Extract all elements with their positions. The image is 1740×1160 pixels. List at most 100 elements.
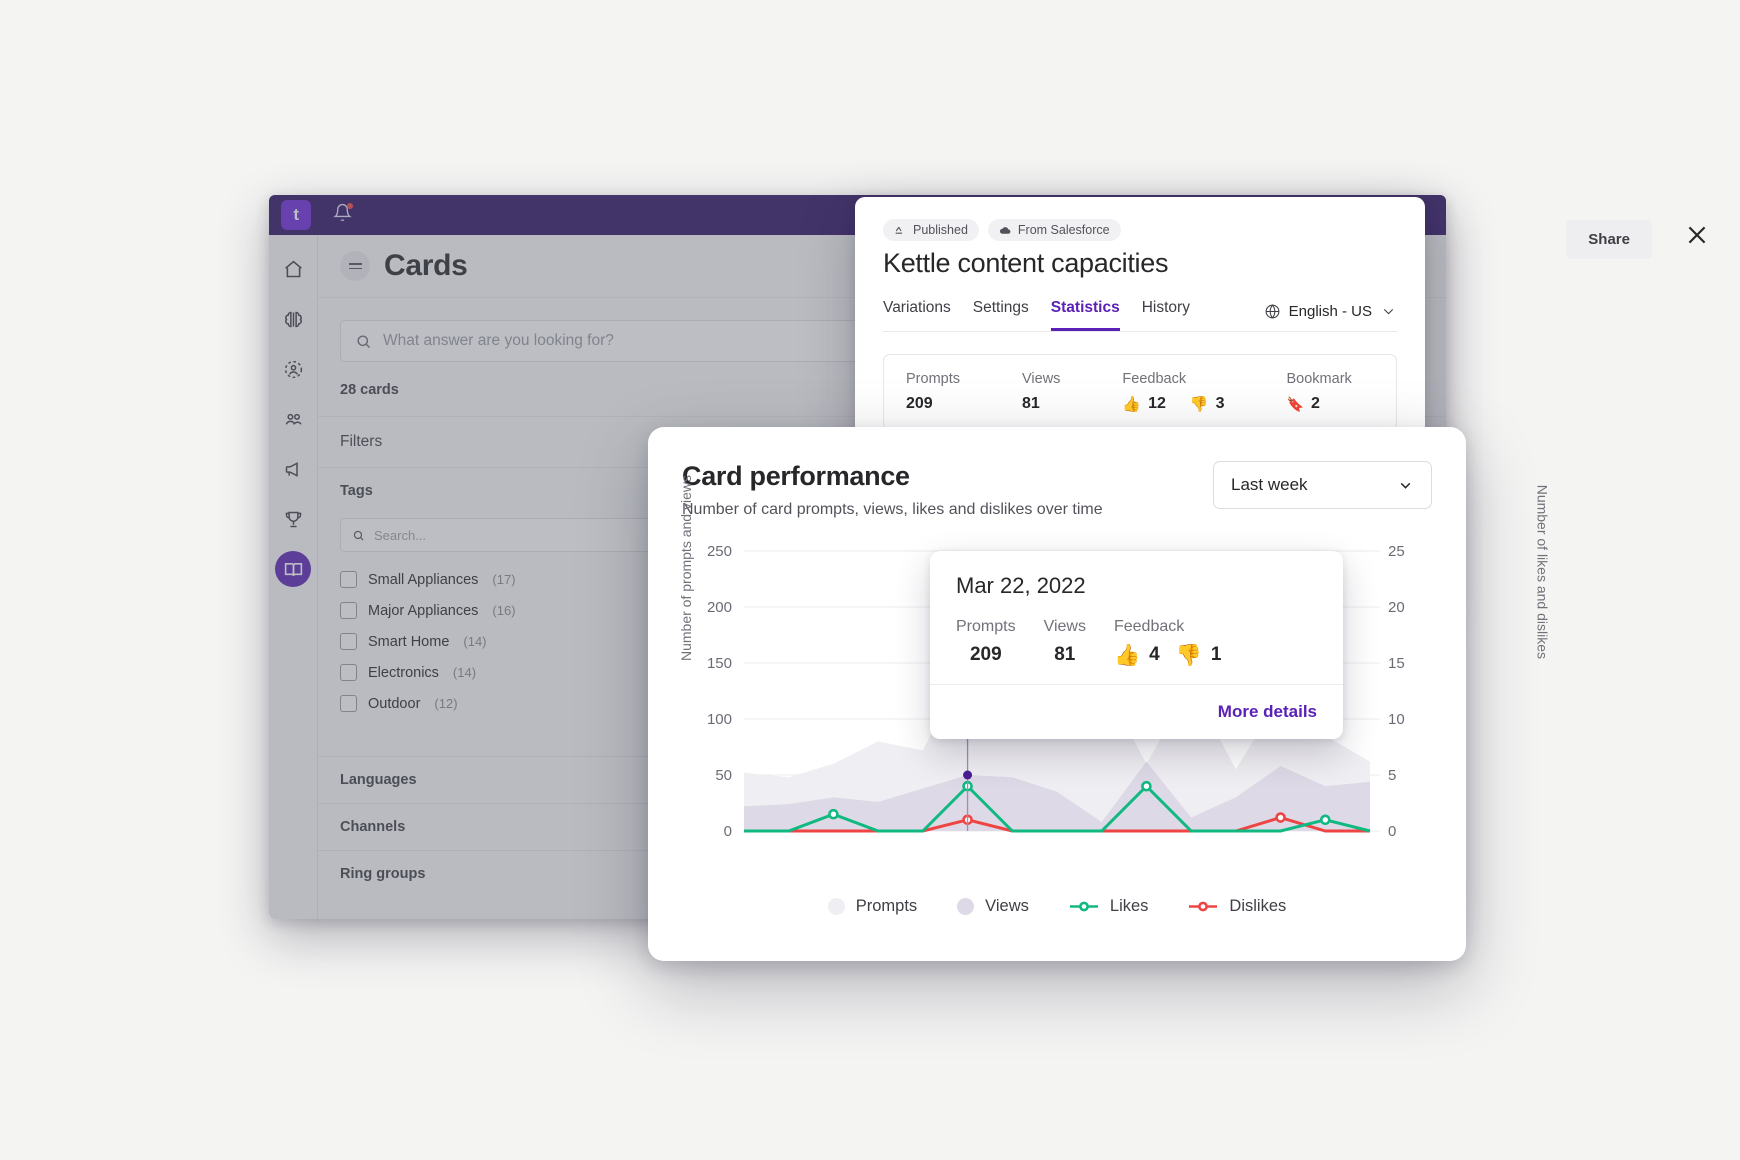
stat-views: Views 81 [1022,371,1060,413]
point-dislikes [1275,812,1286,823]
filter-label-languages: Languages [340,772,417,788]
cloud-icon [999,226,1011,234]
performance-subtitle: Number of card prompts, views, likes and… [682,501,1103,518]
notifications-bell-icon[interactable] [333,203,353,227]
legend-label: Dislikes [1229,897,1287,915]
y-axis-right-tick: 25 [1388,543,1405,560]
bookmark-icon: 🔖 [1286,395,1304,412]
legend-item-likes[interactable]: Likes [1069,897,1148,916]
card-stats-summary: Prompts 209 Views 81 Feedback 👍 12 👎 3 B… [883,354,1397,430]
stat-prompts: Prompts 209 [906,371,960,413]
sidebar-item-megaphone[interactable] [275,451,311,487]
checkbox-icon[interactable] [340,664,357,681]
stat-bookmark: Bookmark 🔖 2 [1287,371,1352,413]
y-axis-right-tick: 0 [1388,823,1396,840]
language-selector[interactable]: English - US [1264,303,1397,331]
check-published-icon [895,226,903,234]
menu-toggle-icon[interactable] [340,251,370,281]
y-axis-right-tick: 20 [1388,599,1405,616]
y-axis-left-tick: 150 [707,655,732,672]
sidebar-item-home[interactable] [275,251,311,287]
tooltip-dislikes-value: 1 [1210,644,1222,665]
chart-legend: Prompts Views Likes Dislikes [682,897,1432,916]
card-title: Kettle content capacities [883,248,1169,278]
share-button[interactable]: Share [1566,220,1652,259]
close-icon[interactable] [1684,222,1710,248]
legend-label: Prompts [855,897,918,915]
hover-point-views [963,770,973,780]
sidebar-item-cards[interactable] [275,551,311,587]
sidebar-item-people[interactable] [275,401,311,437]
y-axis-left-tick: 200 [707,599,732,616]
app-logo[interactable]: t [281,200,311,230]
tooltip-label: Prompts [956,618,1016,635]
chevron-down-icon [1400,482,1411,489]
sidebar-item-brain[interactable] [275,301,311,337]
y-axis-right-tick: 5 [1388,767,1396,784]
stat-value: 👍 12 👎 3 [1122,395,1224,413]
language-value: English - US [1288,303,1372,320]
tooltip-value: 209 [969,644,1002,665]
stat-label: Bookmark [1286,371,1352,387]
tag-count: (12) [434,696,458,711]
thumbs-up-icon: 👍 [1113,643,1141,667]
time-range-select[interactable]: Last week [1213,461,1432,509]
stat-label: Feedback [1122,371,1187,387]
search-placeholder: What answer are you looking for? [383,332,614,349]
checkbox-icon[interactable] [340,633,357,650]
filter-label-channels: Channels [340,819,406,835]
likes-count: 12 [1148,395,1166,412]
badge-label: Published [913,223,968,237]
card-tabs: Variations Settings Statistics History [883,299,1190,331]
tag-label: Small Appliances [368,571,479,588]
globe-icon [1265,304,1280,319]
y-axis-right-title: Number of likes and dislikes [1534,484,1550,659]
y-axis-right-tick: 10 [1388,711,1405,728]
point-likes [1319,814,1331,826]
thumbs-down-icon: 👎 [1189,396,1209,413]
legend-swatch-prompts [827,898,845,915]
checkbox-icon[interactable] [340,695,357,712]
tag-label: Outdoor [368,695,421,712]
stat-feedback: Feedback 👍 12 👎 3 [1122,371,1224,413]
performance-header: Card performance Number of card prompts,… [682,461,1432,519]
y-axis-left-tick: 100 [707,711,732,728]
performance-title: Card performance [682,461,910,491]
checkbox-icon[interactable] [340,571,357,588]
legend-swatch-likes [1069,901,1098,912]
status-badge-published: Published [883,219,979,241]
sidebar-item-user-target[interactable] [275,351,311,387]
tab-settings[interactable]: Settings [973,299,1029,331]
tab-statistics[interactable]: Statistics [1050,299,1120,331]
tab-history[interactable]: History [1142,299,1190,331]
legend-item-prompts[interactable]: Prompts [827,897,918,916]
legend-item-dislikes[interactable]: Dislikes [1188,897,1286,916]
filter-label-ring-groups: Ring groups [340,866,426,882]
tab-variations[interactable]: Variations [883,299,951,331]
point-likes [828,808,839,820]
tag-count: (14) [452,665,477,680]
tag-count: (16) [492,603,516,618]
tag-label: Electronics [368,664,439,681]
tooltip-footer: More details [930,684,1343,739]
point-likes [1141,780,1152,792]
y-axis-right-tick: 15 [1388,655,1405,672]
card-badges: Published From Salesforce [883,219,1397,241]
tag-count: (14) [463,634,487,649]
screen-root: t Cards What answer are you looking for?… [0,0,1740,1160]
legend-swatch-dislikes [1189,901,1218,912]
tag-search-placeholder: Search... [374,527,427,543]
y-axis-left-tick: 250 [707,543,732,560]
checkbox-icon[interactable] [340,602,357,619]
sidebar-item-trophy[interactable] [275,501,311,537]
y-axis-left-tick: 0 [724,823,732,840]
legend-item-views[interactable]: Views [957,897,1029,916]
more-details-link[interactable]: More details [1218,702,1317,721]
filter-label-tags: Tags [340,483,373,499]
tooltip-value: 81 [1054,644,1076,665]
tooltip-label: Feedback [1113,618,1185,635]
y-axis-left-tick: 50 [715,767,732,784]
notification-dot [347,203,353,209]
dislikes-count: 3 [1215,395,1225,412]
card-tabs-row: Variations Settings Statistics History E… [883,299,1397,332]
